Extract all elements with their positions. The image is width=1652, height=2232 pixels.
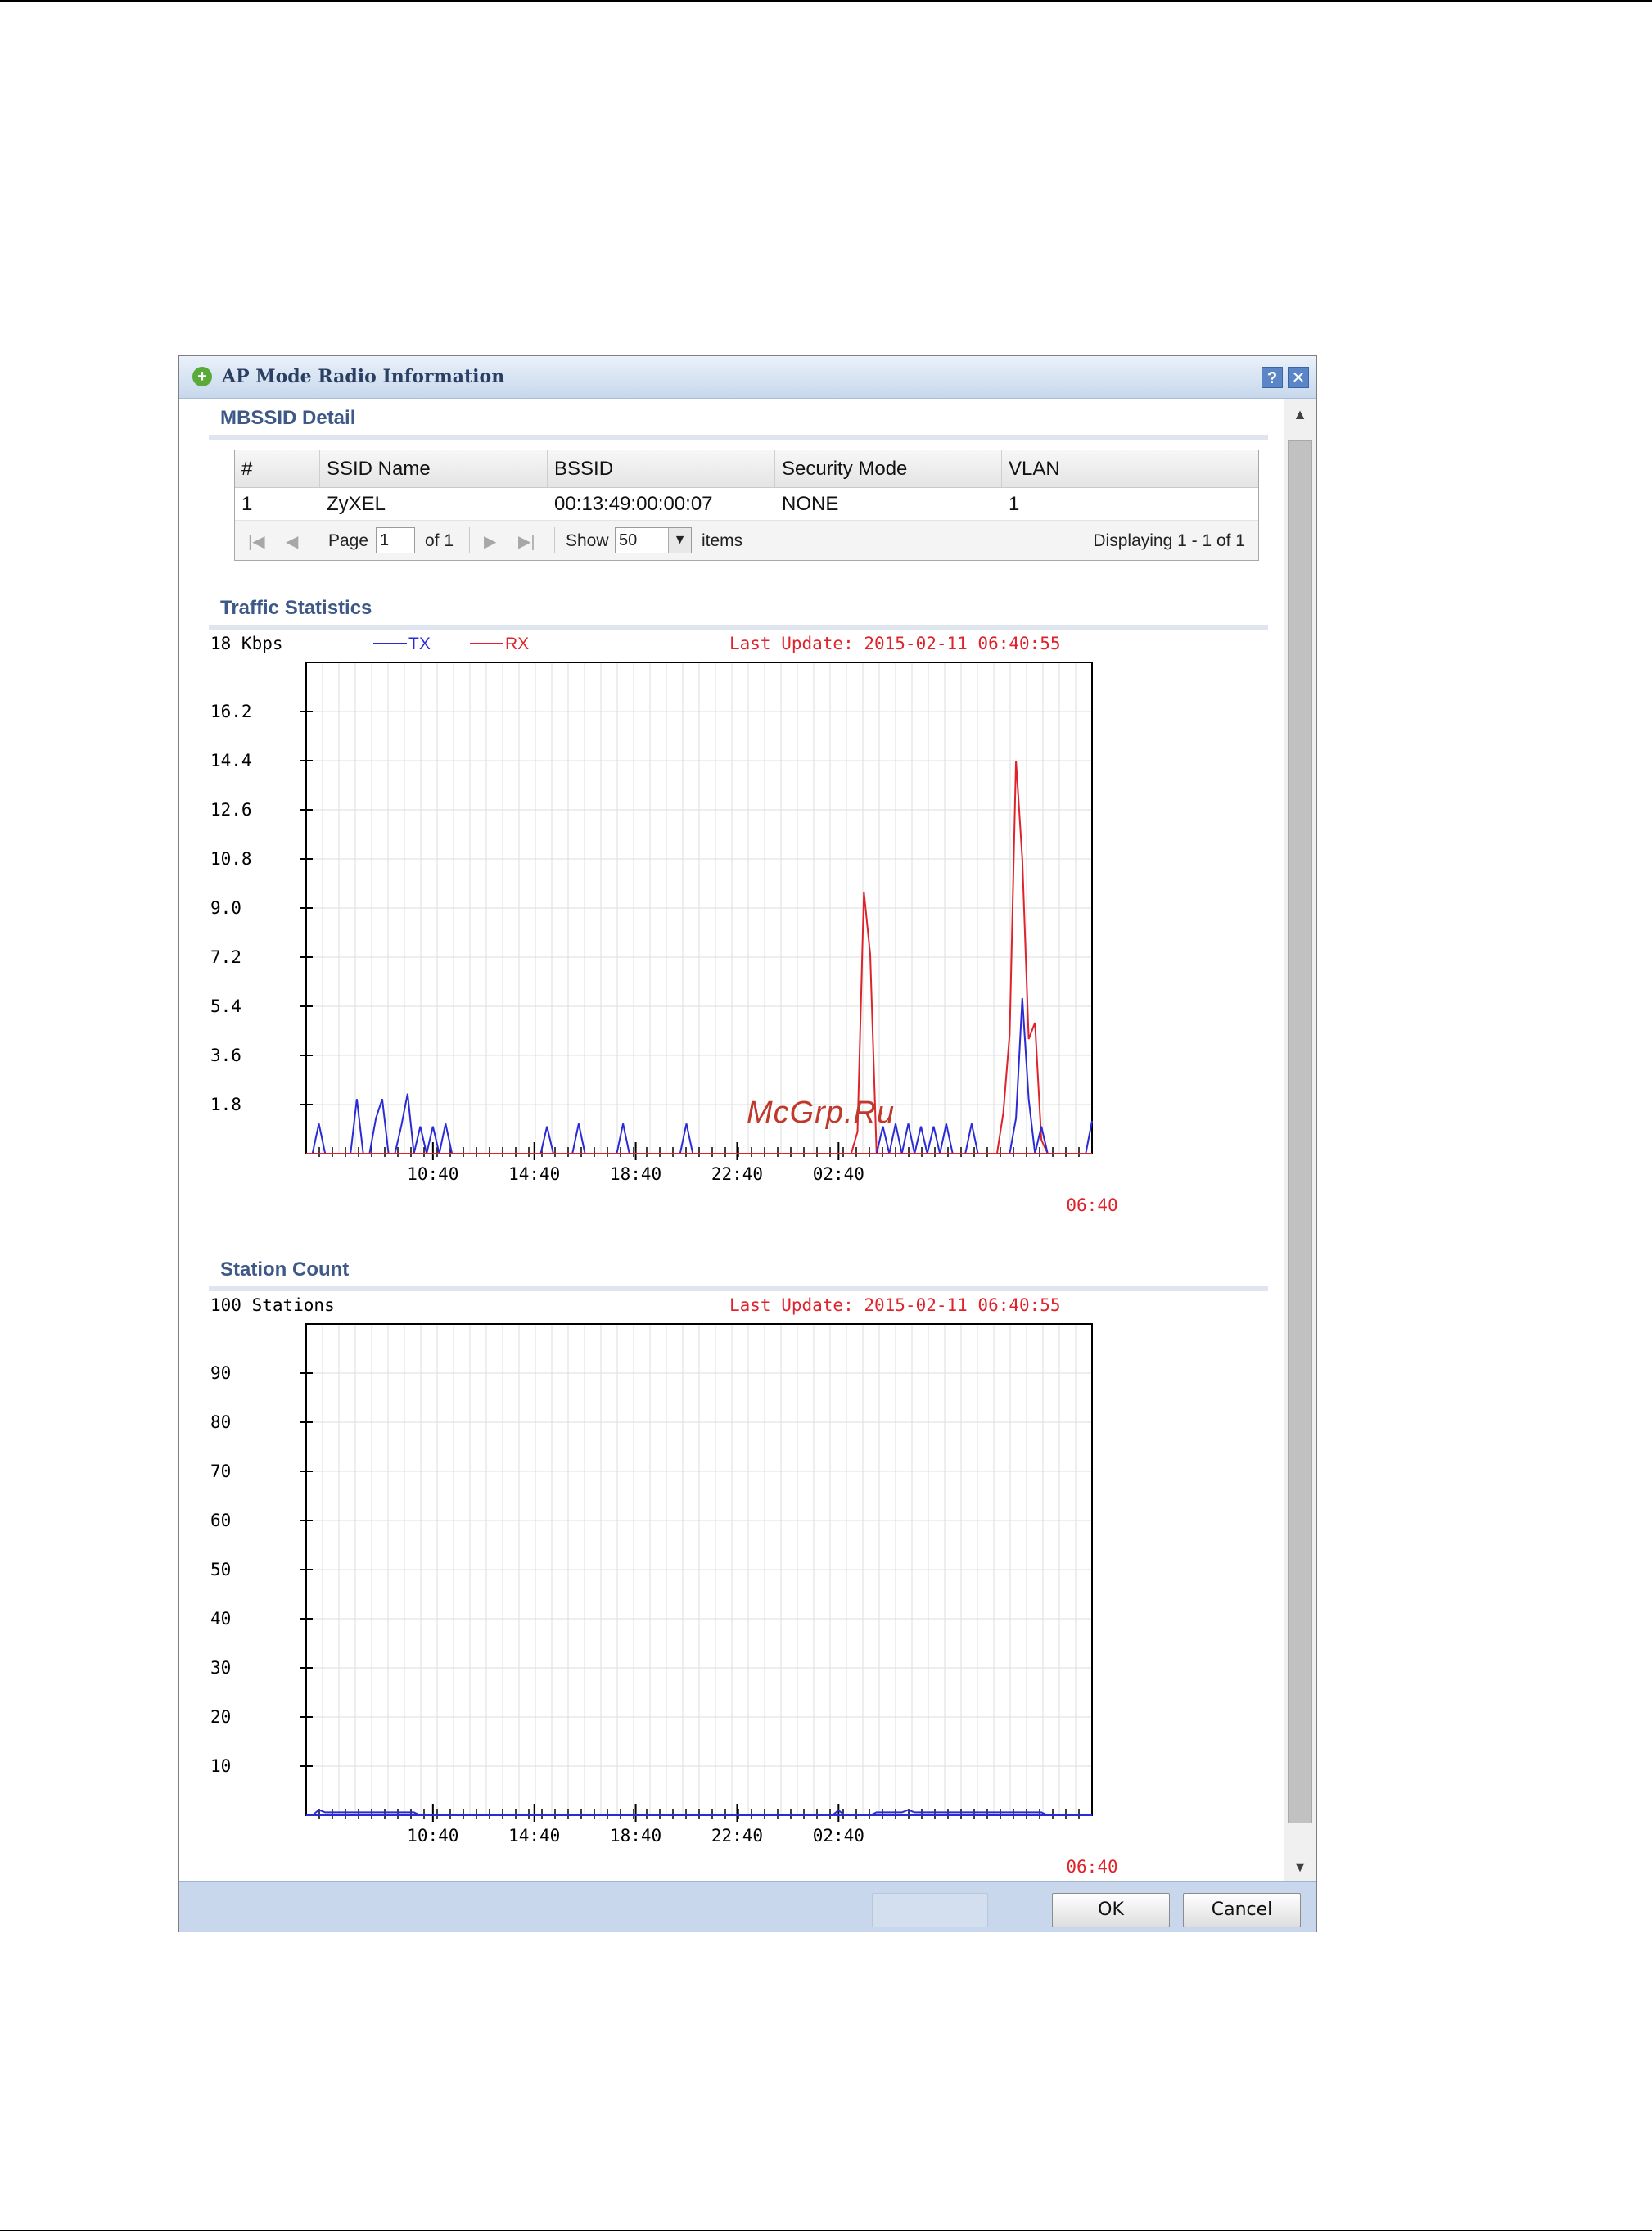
help-icon[interactable]: ? [1262,367,1283,388]
x-tick-label: 22:40 [711,1826,763,1846]
y-tick-label: 3.6 [210,1046,241,1065]
page-top-rule [0,0,1652,2]
pager-separator [554,527,555,553]
refresh-button[interactable] [872,1893,988,1927]
y-tick-label: 80 [210,1412,231,1432]
show-label: Show [566,531,609,550]
traffic-section-rule [209,625,1268,630]
x-end-label: 06:40 [1066,1857,1117,1877]
cell-vlan: 1 [1009,493,1020,515]
table-row[interactable]: 1 ZyXEL 00:13:49:00:00:07 NONE 1 [235,488,1258,521]
y-tick-label: 1.8 [210,1095,241,1114]
x-tick-label: 22:40 [711,1164,763,1184]
close-icon[interactable]: ✕ [1288,367,1309,388]
displaying-label: Displaying 1 - 1 of 1 [1093,531,1245,550]
next-page-icon[interactable]: ▶ [484,531,496,552]
traffic-chart: 18 Kbps Last Update: 2015-02-11 06:40:55 T… [210,634,1118,1215]
items-label: items [702,531,743,550]
plus-circle-icon: + [192,367,212,386]
cell-security-mode: NONE [782,493,839,515]
cell-bssid: 00:13:49:00:00:07 [554,493,713,515]
y-tick-label: 90 [210,1363,231,1383]
table-pager: |◀ ◀ Page 1 of 1 ▶ ▶| Show 50 ▼ items Di… [235,521,1258,560]
last-update-label: Last Update: 2015-02-11 06:40:55 [729,1295,1061,1315]
table-header: # SSID Name BSSID Security Mode VLAN [235,450,1258,488]
x-tick-label: 14:40 [508,1826,560,1846]
page-size-value: 50 [619,531,638,549]
x-tick-label: 18:40 [610,1164,661,1184]
legend-tx-label: TX [408,635,431,653]
chart-unit-label: 18 Kbps [210,634,283,653]
first-page-icon[interactable]: |◀ [248,531,265,552]
x-tick-label: 14:40 [508,1164,560,1184]
vertical-scrollbar[interactable]: ▲ ▼ [1284,399,1316,1886]
pager-separator [469,527,470,553]
prev-page-icon[interactable]: ◀ [286,531,298,552]
y-tick-label: 10.8 [210,849,252,869]
y-tick-label: 7.2 [210,947,241,967]
y-tick-label: 30 [210,1658,231,1678]
page-label: Page [328,531,369,550]
dialog-titlebar: + AP Mode Radio Information ? ✕ [179,356,1316,399]
x-end-label: 06:40 [1066,1195,1117,1215]
y-tick-label: 10 [210,1756,231,1776]
y-tick-label: 70 [210,1462,231,1481]
page-of-label: of 1 [425,531,454,550]
ap-mode-radio-dialog: + AP Mode Radio Information ? ✕ MBSSID D… [178,355,1317,1932]
ok-button[interactable]: OK [1052,1893,1170,1927]
x-tick-label: 10:40 [407,1826,458,1846]
series-line-tx [311,997,1093,1154]
dialog-title: AP Mode Radio Information [222,366,505,387]
cell-number: 1 [241,493,253,515]
mbssid-section-title: MBSSID Detail [220,407,356,429]
legend-rx-label: RX [505,635,529,653]
dialog-content: MBSSID Detail # SSID Name BSSID Security… [179,399,1284,1886]
scroll-down-icon[interactable]: ▼ [1284,1855,1316,1879]
column-header-number[interactable]: # [235,450,320,487]
mbssid-section-rule [209,435,1268,440]
y-tick-label: 9.0 [210,898,241,918]
scroll-thumb[interactable] [1288,440,1312,1823]
watermark-text: McGrp.Ru [747,1096,896,1130]
y-tick-label: 20 [210,1707,231,1727]
station-chart: 100 Stations Last Update: 2015-02-11 06:4… [210,1295,1118,1877]
x-tick-label: 10:40 [407,1164,458,1184]
page-number-input[interactable]: 1 [376,527,415,553]
mbssid-table: # SSID Name BSSID Security Mode VLAN 1 Z… [234,450,1259,561]
y-tick-label: 16.2 [210,702,252,721]
y-tick-label: 5.4 [210,996,241,1016]
cancel-button[interactable]: Cancel [1183,1893,1301,1927]
y-tick-label: 12.6 [210,800,252,820]
station-section-rule [209,1286,1268,1291]
last-update-label: Last Update: 2015-02-11 06:40:55 [729,634,1061,653]
column-header-ssid-name[interactable]: SSID Name [320,450,548,487]
last-page-icon[interactable]: ▶| [518,531,535,552]
y-tick-label: 40 [210,1609,231,1629]
chart-unit-label: 100 Stations [210,1295,335,1315]
page-size-select[interactable]: 50 ▼ [615,527,692,553]
station-section-title: Station Count [220,1258,350,1281]
column-header-security-mode[interactable]: Security Mode [775,450,1002,487]
cell-ssid-name: ZyXEL [327,493,386,515]
dialog-footer: OK Cancel [179,1881,1316,1932]
page-bottom-rule [0,2230,1652,2231]
y-tick-label: 50 [210,1560,231,1579]
y-tick-label: 14.4 [210,751,252,770]
traffic-section-title: Traffic Statistics [220,597,372,619]
scroll-up-icon[interactable]: ▲ [1284,402,1316,427]
column-header-bssid[interactable]: BSSID [548,450,775,487]
x-tick-label: 18:40 [610,1826,661,1846]
column-header-vlan[interactable]: VLAN [1002,450,1258,487]
chevron-down-icon[interactable]: ▼ [668,528,691,553]
x-tick-label: 02:40 [813,1164,864,1184]
x-tick-label: 02:40 [813,1826,864,1846]
y-tick-label: 60 [210,1511,231,1530]
